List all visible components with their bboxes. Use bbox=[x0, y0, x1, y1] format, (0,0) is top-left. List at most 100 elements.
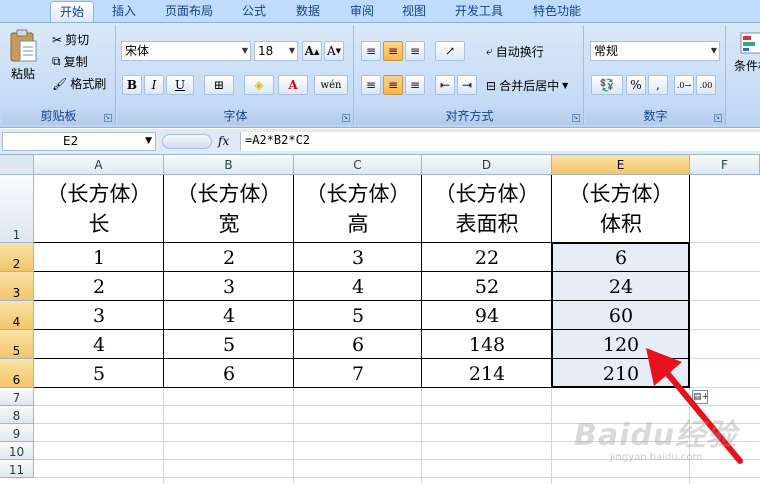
copy-button[interactable]: ⧉ 复制 bbox=[52, 53, 88, 70]
merge-center-label: 合并后居中 bbox=[499, 79, 560, 93]
font-size-select[interactable]: 18 ▼ bbox=[254, 41, 298, 61]
formula-bar-resize-handle[interactable] bbox=[162, 134, 212, 149]
tab-insert[interactable]: 插入 bbox=[104, 1, 144, 22]
row-header-4[interactable]: 4 bbox=[0, 301, 34, 330]
column-header-f[interactable]: F bbox=[690, 155, 760, 175]
row-header-10[interactable]: 10 bbox=[0, 442, 34, 460]
format-painter-button[interactable]: 🖌 格式刷 bbox=[52, 75, 106, 92]
cell-a2[interactable]: 1 bbox=[34, 243, 164, 272]
column-header-a[interactable]: A bbox=[34, 155, 164, 175]
decrease-font-icon[interactable]: A ▼ bbox=[324, 41, 344, 61]
align-center-icon[interactable]: ≡ bbox=[383, 75, 403, 95]
tab-data[interactable]: 数据 bbox=[286, 1, 330, 22]
align-left-icon[interactable]: ≡ bbox=[361, 75, 381, 95]
cell-e6[interactable]: 210 bbox=[552, 359, 690, 388]
fill-color-icon[interactable]: ◈ bbox=[244, 75, 274, 95]
increase-decimal-icon[interactable]: .0→ bbox=[674, 75, 694, 95]
column-header-b[interactable]: B bbox=[164, 155, 294, 175]
font-color-icon[interactable]: A bbox=[278, 75, 308, 95]
cell-b2[interactable]: 2 bbox=[164, 243, 294, 272]
cell-c4[interactable]: 5 bbox=[294, 301, 422, 330]
conditional-format-button[interactable]: 条件格 bbox=[734, 31, 760, 74]
row-header-1[interactable]: 1 bbox=[0, 175, 34, 243]
row-header-8[interactable]: 8 bbox=[0, 406, 34, 424]
row-header-7[interactable]: 7 bbox=[0, 388, 34, 406]
cell-b5[interactable]: 5 bbox=[164, 330, 294, 359]
align-right-icon[interactable]: ≡ bbox=[405, 75, 425, 95]
cell-e3[interactable]: 24 bbox=[552, 272, 690, 301]
auto-fill-options-icon[interactable]: ▤+ bbox=[692, 390, 709, 404]
decrease-decimal-icon[interactable]: .00 bbox=[696, 75, 716, 95]
cell-c5[interactable]: 6 bbox=[294, 330, 422, 359]
cell-c2[interactable]: 3 bbox=[294, 243, 422, 272]
header-cell-e1[interactable]: （长方体） 体积 bbox=[552, 175, 690, 243]
cell-b6[interactable]: 6 bbox=[164, 359, 294, 388]
cell-a3[interactable]: 2 bbox=[34, 272, 164, 301]
cell-d6[interactable]: 214 bbox=[422, 359, 552, 388]
cell-b4[interactable]: 4 bbox=[164, 301, 294, 330]
tab-formulas[interactable]: 公式 bbox=[232, 1, 276, 22]
cut-button[interactable]: ✂ 剪切 bbox=[52, 31, 89, 48]
wrap-text-button[interactable]: ⤶ 自动换行 bbox=[486, 43, 544, 60]
cell-a6[interactable]: 5 bbox=[34, 359, 164, 388]
cell-d4[interactable]: 94 bbox=[422, 301, 552, 330]
row-header-6[interactable]: 6 bbox=[0, 359, 34, 388]
align-top-icon[interactable]: ≡ bbox=[361, 41, 381, 61]
align-bottom-icon[interactable]: ≡ bbox=[405, 41, 425, 61]
number-dialog-launcher-icon[interactable]: ↘ bbox=[714, 114, 722, 122]
currency-icon[interactable]: 💱 bbox=[591, 75, 623, 95]
cell-d2[interactable]: 22 bbox=[422, 243, 552, 272]
header-cell-c1[interactable]: （长方体） 高 bbox=[294, 175, 422, 243]
decrease-indent-icon[interactable]: ⇤ bbox=[435, 75, 455, 95]
paste-button[interactable]: 粘贴 bbox=[8, 29, 38, 82]
orientation-icon[interactable]: ↗ bbox=[435, 41, 465, 61]
name-box[interactable]: E2 ▼ bbox=[2, 132, 156, 151]
italic-button[interactable]: I bbox=[144, 75, 164, 95]
row-header-5[interactable]: 5 bbox=[0, 330, 34, 359]
borders-icon[interactable]: ⊞ bbox=[204, 75, 234, 95]
clipboard-dialog-launcher-icon[interactable]: ↘ bbox=[104, 114, 112, 122]
percent-button[interactable]: % bbox=[626, 75, 646, 95]
cell-e4[interactable]: 60 bbox=[552, 301, 690, 330]
tab-developer[interactable]: 开发工具 bbox=[446, 1, 512, 22]
merge-center-button[interactable]: ⊟ 合并后居中 ▼ bbox=[486, 77, 568, 94]
header-cell-d1[interactable]: （长方体） 表面积 bbox=[422, 175, 552, 243]
bold-button[interactable]: B bbox=[122, 75, 142, 95]
number-format-select[interactable]: 常规 ▼ bbox=[590, 41, 720, 61]
row-header-9[interactable]: 9 bbox=[0, 424, 34, 442]
align-middle-icon[interactable]: ≡ bbox=[383, 41, 403, 61]
cell-a4[interactable]: 3 bbox=[34, 301, 164, 330]
column-header-c[interactable]: C bbox=[294, 155, 422, 175]
row-header-2[interactable]: 2 bbox=[0, 243, 34, 272]
header-cell-b1[interactable]: （长方体） 宽 bbox=[164, 175, 294, 243]
phonetic-guide-button[interactable]: wén bbox=[314, 75, 348, 95]
row-header-11[interactable]: 11 bbox=[0, 460, 34, 478]
row-header-3[interactable]: 3 bbox=[0, 272, 34, 301]
alignment-dialog-launcher-icon[interactable]: ↘ bbox=[572, 114, 580, 122]
cell-c3[interactable]: 4 bbox=[294, 272, 422, 301]
cell-a5[interactable]: 4 bbox=[34, 330, 164, 359]
select-all-button[interactable] bbox=[0, 155, 34, 175]
header-cell-a1[interactable]: （长方体） 长 bbox=[34, 175, 164, 243]
column-header-e[interactable]: E bbox=[552, 155, 690, 175]
increase-indent-icon[interactable]: ⇥ bbox=[457, 75, 477, 95]
insert-function-icon[interactable]: fx bbox=[218, 134, 229, 148]
formula-input[interactable]: =A2*B2*C2 bbox=[240, 132, 760, 151]
cell-e5[interactable]: 120 bbox=[552, 330, 690, 359]
column-header-d[interactable]: D bbox=[422, 155, 552, 175]
comma-button[interactable]: , bbox=[648, 75, 668, 95]
cell-c6[interactable]: 7 bbox=[294, 359, 422, 388]
tab-home[interactable]: 开始 bbox=[50, 1, 94, 22]
font-dialog-launcher-icon[interactable]: ↘ bbox=[342, 114, 350, 122]
cell-b3[interactable]: 3 bbox=[164, 272, 294, 301]
cell-d5[interactable]: 148 bbox=[422, 330, 552, 359]
tab-view[interactable]: 视图 bbox=[392, 1, 436, 22]
increase-font-icon[interactable]: A ▲ bbox=[302, 41, 322, 61]
cell-e2[interactable]: 6 bbox=[552, 243, 690, 272]
tab-special-features[interactable]: 特色功能 bbox=[524, 1, 590, 22]
underline-button[interactable]: U bbox=[166, 75, 194, 95]
font-name-select[interactable]: 宋体 ▼ bbox=[121, 41, 251, 61]
tab-page-layout[interactable]: 页面布局 bbox=[156, 1, 222, 22]
tab-review[interactable]: 审阅 bbox=[340, 1, 384, 22]
cell-d3[interactable]: 52 bbox=[422, 272, 552, 301]
